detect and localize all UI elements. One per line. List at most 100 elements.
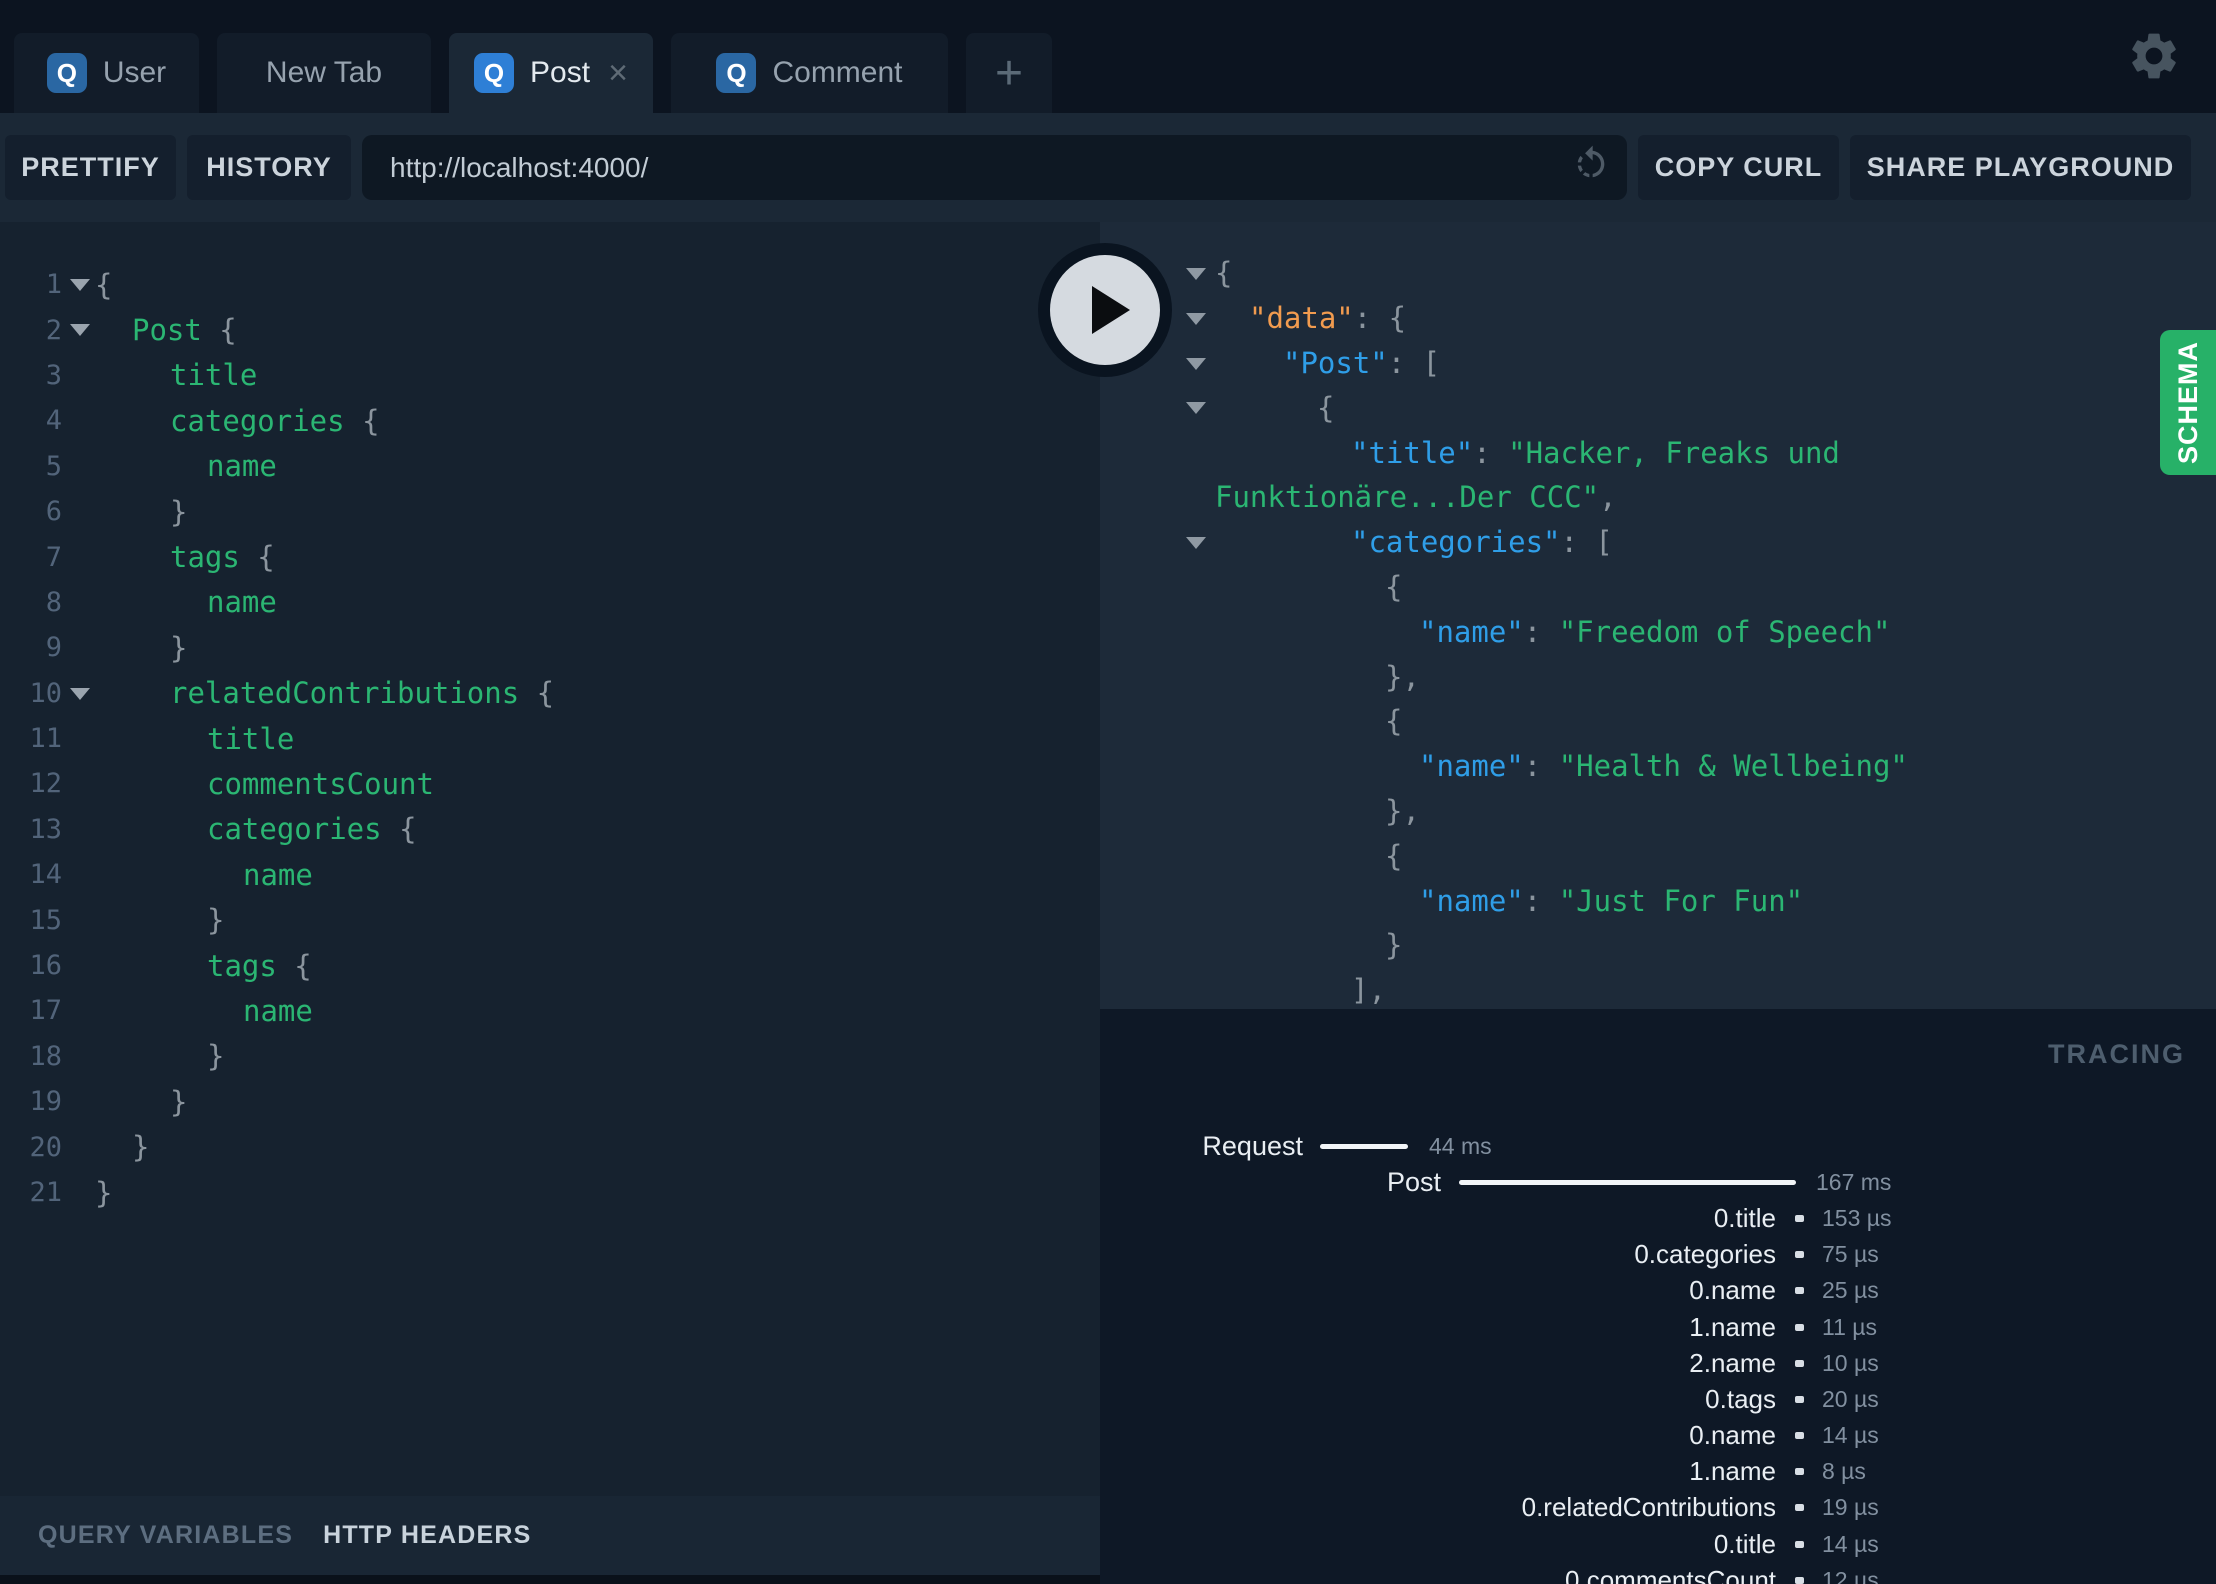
timing-dot [1794, 1214, 1804, 1222]
tab-comment[interactable]: Q Comment [671, 33, 948, 113]
line-number: 19 [29, 1086, 62, 1118]
line-number: 8 [45, 586, 62, 618]
code-line: 10 relatedContributions { [0, 671, 1100, 716]
fold-arrow-icon[interactable] [1186, 312, 1206, 325]
code-line: 4 categories { [0, 398, 1100, 443]
schema-tab-label: SCHEMA [2172, 340, 2203, 464]
timing-dot [1794, 1504, 1804, 1512]
copy-curl-button[interactable]: COPY CURL [1638, 135, 1839, 200]
line-number: 5 [45, 450, 62, 482]
history-button[interactable]: HISTORY [187, 135, 351, 200]
share-playground-button[interactable]: SHARE PLAYGROUND [1850, 135, 2191, 200]
code-line: 21} [0, 1170, 1100, 1215]
timing-dot [1794, 1323, 1804, 1331]
line-number: 17 [29, 995, 62, 1027]
http-headers-tab[interactable]: HTTP HEADERS [323, 1521, 531, 1550]
response-line: { [1385, 569, 1403, 604]
response-line: Funktionäre...Der CCC", [1215, 480, 1617, 515]
timing-dot [1794, 1395, 1804, 1403]
settings-gear-icon[interactable] [2126, 28, 2182, 84]
response-line: }, [1385, 793, 1420, 828]
prettify-button[interactable]: PRETTIFY [5, 135, 176, 200]
tab-bar: Q User New Tab Q Post × Q Comment + [0, 0, 2216, 113]
response-line: "name": "Freedom of Speech" [1419, 614, 1891, 649]
code-line: 9} [0, 625, 1100, 670]
response-line: } [1385, 928, 1403, 963]
response-line: "Post": [ [1100, 341, 2216, 386]
timing-bar [1320, 1143, 1408, 1149]
endpoint-url-value: http://localhost:4000/ [390, 151, 649, 183]
response-viewer: { "data": { "Post": [ { "title": "Hacker… [1100, 222, 2216, 1009]
result-pane: { "data": { "Post": [ { "title": "Hacker… [1100, 222, 2216, 1584]
code-line: 5 name [0, 444, 1100, 489]
code-line: 1{ [0, 262, 1100, 307]
trace-row: 0.title 14 µs [1713, 1528, 1879, 1559]
fold-arrow-icon[interactable] [1186, 357, 1206, 370]
code-line: 6} [0, 489, 1100, 534]
code-line: 16 tags { [0, 943, 1100, 988]
response-line: }, [1385, 659, 1420, 694]
trace-row: 0.relatedContributions 19 µs [1521, 1492, 1879, 1523]
plus-icon: + [994, 46, 1024, 100]
response-line: { [1385, 704, 1403, 739]
timing-bar [1459, 1179, 1796, 1185]
line-number: 4 [45, 405, 62, 437]
fold-arrow-icon[interactable] [70, 279, 90, 291]
execute-query-button[interactable] [1038, 243, 1172, 377]
line-number: 16 [29, 950, 62, 982]
query-badge-icon: Q [474, 53, 515, 93]
code-line: 18} [0, 1034, 1100, 1079]
play-icon [1050, 255, 1160, 365]
line-number: 9 [45, 632, 62, 664]
code-line: 7 tags { [0, 534, 1100, 579]
line-number: 2 [45, 314, 62, 346]
code-line: 19} [0, 1079, 1100, 1124]
fold-arrow-icon[interactable] [70, 687, 90, 700]
tab-label: Comment [772, 56, 903, 89]
tab-post[interactable]: Q Post × [449, 33, 653, 113]
line-number: 1 [45, 269, 62, 301]
response-line: { [1385, 838, 1403, 873]
close-icon[interactable]: × [608, 56, 628, 90]
toolbar: PRETTIFY HISTORY http://localhost:4000/ … [0, 113, 2216, 222]
query-variables-tab[interactable]: QUERY VARIABLES [38, 1521, 293, 1550]
fold-arrow-icon[interactable] [1186, 402, 1206, 415]
line-number: 14 [29, 859, 62, 891]
fold-arrow-icon[interactable] [1186, 268, 1206, 280]
line-number: 10 [29, 677, 62, 709]
tracing-rows: Request 44 ms Post 167 ms 0.title 153 µs 0.… [1100, 1128, 2216, 1584]
fold-arrow-icon[interactable] [70, 324, 90, 337]
response-line: "categories": [ [1100, 520, 2216, 565]
timing-dot [1794, 1251, 1804, 1259]
trace-row-post: Post 167 ms [1386, 1166, 1892, 1197]
code-line: 8 name [0, 580, 1100, 625]
trace-row: 1.name 11 µs [1689, 1311, 1878, 1342]
timing-dot [1794, 1468, 1804, 1476]
response-line: "data": { [1100, 296, 2216, 341]
line-number: 15 [29, 904, 62, 936]
response-line: "title": "Hacker, Freaks und [1351, 435, 1840, 470]
timing-dot [1794, 1540, 1804, 1548]
endpoint-url-input[interactable]: http://localhost:4000/ [362, 135, 1627, 200]
timing-dot [1794, 1576, 1804, 1584]
code-line: 20} [0, 1124, 1100, 1169]
reload-schema-icon[interactable] [1571, 144, 1611, 191]
fold-arrow-icon[interactable] [1186, 536, 1206, 549]
trace-row: 1.name 8 µs [1689, 1456, 1866, 1487]
trace-row: 0.name 25 µs [1689, 1275, 1879, 1306]
line-number: 7 [45, 541, 62, 573]
tab-user[interactable]: Q User [14, 33, 199, 113]
timing-dot [1794, 1359, 1804, 1367]
query-editor[interactable]: 1{ 2 Post { 3 title 4 categories { 5 name 6}… [0, 222, 1100, 1496]
tab-label: New Tab [265, 56, 383, 89]
tab-label: User [102, 56, 167, 89]
tab-new-tab[interactable]: New Tab [217, 33, 431, 113]
schema-side-tab[interactable]: SCHEMA [2160, 330, 2216, 475]
variables-panel-edge [0, 1575, 1100, 1584]
code-line: 2 Post { [0, 307, 1100, 352]
code-line: 13 categories { [0, 807, 1100, 852]
code-line: 15} [0, 897, 1100, 942]
line-number: 3 [45, 359, 62, 391]
add-tab-button[interactable]: + [966, 33, 1052, 113]
query-badge-icon: Q [716, 53, 757, 93]
